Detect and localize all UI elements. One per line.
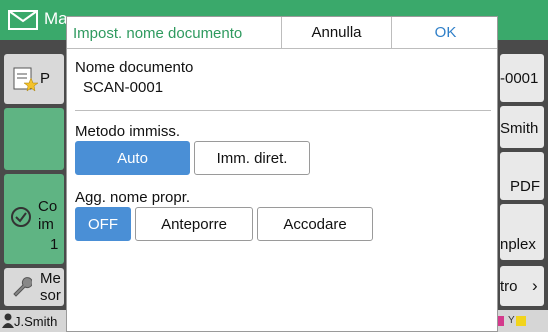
tile-value: tro (500, 278, 518, 295)
tile-label: Me sor (40, 270, 61, 304)
wrench-icon (13, 277, 32, 297)
ok-button[interactable]: OK (391, 17, 499, 48)
tile-profile[interactable]: P (4, 54, 64, 104)
app-title: Ma (44, 9, 68, 28)
mail-icon (8, 10, 38, 30)
right-tile-user[interactable]: Smith (500, 106, 544, 148)
right-tile-format[interactable]: PDF (500, 152, 544, 200)
add-name-prepend-button[interactable]: Anteporre (135, 207, 253, 241)
ink-level-y (516, 316, 526, 326)
tile-label: Co im (38, 198, 58, 233)
divider (75, 110, 491, 111)
input-method-label: Metodo immiss. (75, 123, 181, 140)
user-icon (2, 313, 14, 328)
add-name-append-button[interactable]: Accodare (257, 207, 373, 241)
ink-label-y: Y (508, 315, 515, 326)
document-star-icon (13, 67, 38, 92)
dialog-header: Impost. nome documento Annulla OK (67, 17, 497, 49)
right-tile-duplex[interactable]: nplex (500, 204, 544, 260)
tile-value: Smith (500, 120, 539, 137)
document-name-field[interactable]: SCAN-0001 (83, 79, 163, 96)
add-name-off-button[interactable]: OFF (75, 207, 131, 241)
right-tile-doc-name[interactable]: -0001 (500, 54, 544, 102)
check-circle-icon (11, 207, 31, 227)
right-tile-other[interactable]: tro › (500, 266, 544, 306)
document-name-dialog: Impost. nome documento Annulla OK Nome d… (66, 16, 498, 332)
cancel-button[interactable]: Annulla (281, 17, 391, 48)
document-name-label: Nome documento (75, 59, 194, 76)
input-method-auto-button[interactable]: Auto (75, 141, 190, 175)
tile-label: P (40, 70, 51, 87)
tile-green-1[interactable] (4, 108, 64, 170)
input-method-direct-button[interactable]: Imm. diret. (194, 141, 310, 175)
add-name-label: Agg. nome propr. (75, 189, 191, 206)
status-user: J.Smith (14, 314, 58, 329)
tile-value: -0001 (500, 70, 539, 87)
tile-value: PDF (510, 178, 540, 195)
tile-menu[interactable]: Me sor (4, 268, 64, 306)
tile-confirm[interactable]: Co im 1 (4, 174, 64, 264)
dialog-title: Impost. nome documento (73, 25, 243, 42)
tile-value: nplex (500, 236, 536, 253)
tile-label: 1 (50, 236, 59, 253)
chevron-right-icon: › (532, 276, 538, 295)
